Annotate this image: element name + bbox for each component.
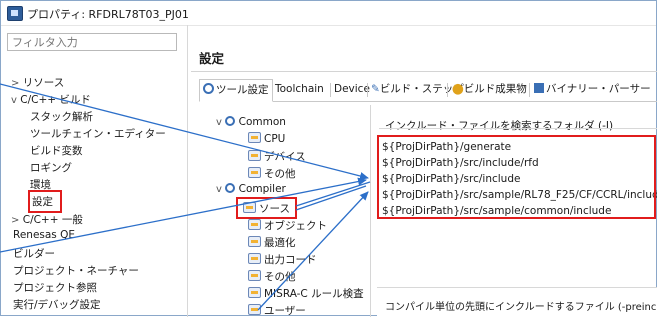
sidebar-item-run-debug-settings[interactable]: 実行/デバッグ設定 — [13, 297, 101, 312]
sidebar-item-resource[interactable]: > リソース — [11, 75, 64, 90]
tab-toolchain[interactable]: Toolchain — [272, 79, 327, 100]
tab-binary-parsers[interactable]: バイナリー・パーサー — [531, 79, 654, 100]
build-steps-icon: ✎ — [371, 83, 380, 95]
tree-node-common-other[interactable]: その他 — [248, 166, 296, 181]
sidebar-item-builders[interactable]: ビルダー — [13, 246, 55, 261]
sidebar-item-label: ビルド変数 — [30, 145, 83, 157]
tab-label: Device — [334, 83, 370, 95]
tree-node-compiler[interactable]: v Compiler — [216, 183, 286, 195]
sidebar-item-label: C/C++ ビルド — [20, 94, 91, 106]
tree-node-label: その他 — [264, 271, 296, 283]
sidebar-item-toolchain-editor[interactable]: ツールチェイン・エディター — [30, 126, 166, 141]
sidebar-item-cpp-build[interactable]: v C/C++ ビルド — [11, 92, 91, 107]
tree-node-output-code[interactable]: 出力コード — [248, 252, 317, 267]
tree-node-label: 出力コード — [264, 254, 317, 266]
sidebar-item-renesas-qe[interactable]: Renesas QE — [13, 229, 75, 241]
sidebar-item-label: ビルダー — [13, 248, 55, 260]
tool-settings-icon — [225, 183, 236, 193]
settings-tab-bar: ツール設定 Toolchain Device ✎ビルド・ステップ ⬤ビルド成果物… — [199, 79, 657, 102]
tree-node-label: 最適化 — [264, 237, 296, 249]
chevron-down-icon[interactable]: v — [11, 95, 17, 106]
settings-page-icon — [248, 253, 261, 264]
preinclude-label: コンパイル単位の先頭にインクルードするファイル (-preinclude — [385, 302, 657, 313]
tree-node-object[interactable]: オブジェクト — [248, 218, 327, 233]
tab-tool-settings[interactable]: ツール設定 — [199, 79, 273, 102]
sidebar-item-logging[interactable]: ロギング — [30, 160, 72, 175]
sidebar-item-build-variables[interactable]: ビルド変数 — [30, 143, 83, 158]
sidebar-item-label: スタック解析 — [30, 111, 93, 123]
tool-settings-icon — [225, 116, 236, 126]
tree-node-label: ユーザー — [264, 305, 306, 317]
tab-build-artifact[interactable]: ⬤ビルド成果物 — [449, 79, 530, 100]
tab-separator — [529, 83, 530, 97]
tree-node-label: Common — [238, 116, 286, 128]
sidebar-item-label: C/C++ 一般 — [22, 214, 83, 226]
tab-separator — [447, 83, 448, 97]
sidebar-item-cpp-general[interactable]: > C/C++ 一般 — [11, 212, 83, 227]
properties-app-icon — [7, 6, 23, 21]
settings-page-icon — [248, 132, 261, 143]
tree-node-common[interactable]: v Common — [216, 116, 286, 128]
tree-node-compiler-other[interactable]: その他 — [248, 269, 296, 284]
tree-node-misra-c[interactable]: MISRA-C ルール検査 — [248, 286, 364, 301]
chevron-down-icon[interactable]: v — [216, 117, 222, 128]
settings-page-icon — [248, 167, 261, 178]
title-bar: プロパティ: RFDRL78T03_PJ01 — [1, 1, 656, 26]
tool-settings-icon — [203, 83, 214, 94]
include-paths-label: インクルード・ファイルを検索するフォルダ (-I) — [385, 120, 614, 132]
sidebar-item-label: 実行/デバッグ設定 — [13, 299, 101, 311]
sidebar-item-label: プロジェクト・ネーチャー — [13, 265, 139, 277]
tree-node-label: デバイス — [264, 151, 306, 163]
title-divider — [191, 71, 657, 72]
sidebar-item-project-references[interactable]: プロジェクト参照 — [13, 280, 97, 295]
chevron-right-icon[interactable]: > — [11, 78, 19, 89]
sidebar-item-label: プロジェクト参照 — [13, 282, 97, 294]
sidebar-item-project-natures[interactable]: プロジェクト・ネーチャー — [13, 263, 139, 278]
tab-label: バイナリー・パーサー — [546, 83, 651, 95]
properties-window: プロパティ: RFDRL78T03_PJ01 > リソース v C/C++ ビル… — [0, 0, 657, 318]
tree-node-device[interactable]: デバイス — [248, 149, 306, 164]
settings-page-icon — [248, 287, 261, 298]
tab-label: Toolchain — [275, 83, 324, 95]
build-artifact-icon: ⬤ — [452, 83, 464, 95]
settings-page-icon — [248, 219, 261, 230]
sidebar-item-label: リソース — [22, 77, 65, 89]
settings-page-icon — [248, 236, 261, 247]
tree-node-label: その他 — [264, 168, 296, 180]
page-title: 設定 — [199, 51, 225, 66]
settings-page-icon — [248, 304, 261, 315]
settings-page-icon — [248, 150, 261, 161]
chevron-down-icon[interactable]: v — [216, 184, 222, 195]
pane-divider[interactable] — [187, 25, 188, 317]
tree-node-label: Compiler — [238, 183, 286, 195]
tree-node-label: オブジェクト — [264, 220, 327, 232]
tree-node-optimization[interactable]: 最適化 — [248, 235, 296, 250]
include-label-divider — [379, 128, 657, 129]
filter-input[interactable] — [7, 33, 177, 51]
tree-node-label: CPU — [264, 133, 286, 145]
chevron-right-icon[interactable]: > — [11, 215, 19, 226]
tree-node-cpu[interactable]: CPU — [248, 132, 285, 145]
settings-page-icon — [248, 270, 261, 281]
sidebar-item-label: ロギング — [30, 162, 72, 174]
sidebar-item-label: Renesas QE — [13, 229, 76, 241]
window-title: プロパティ: RFDRL78T03_PJ01 — [27, 8, 189, 21]
sidebar-item-label: ツールチェイン・エディター — [30, 128, 166, 140]
tab-label: ビルド成果物 — [463, 83, 527, 95]
highlight-settings — [28, 190, 62, 213]
highlight-source — [236, 197, 297, 219]
sidebar-item-stack-analysis[interactable]: スタック解析 — [30, 109, 93, 124]
highlight-include-paths — [377, 135, 656, 219]
tab-label: ツール設定 — [216, 84, 269, 96]
tree-node-label: MISRA-C ルール検査 — [264, 288, 364, 300]
binary-parsers-icon — [534, 83, 544, 93]
